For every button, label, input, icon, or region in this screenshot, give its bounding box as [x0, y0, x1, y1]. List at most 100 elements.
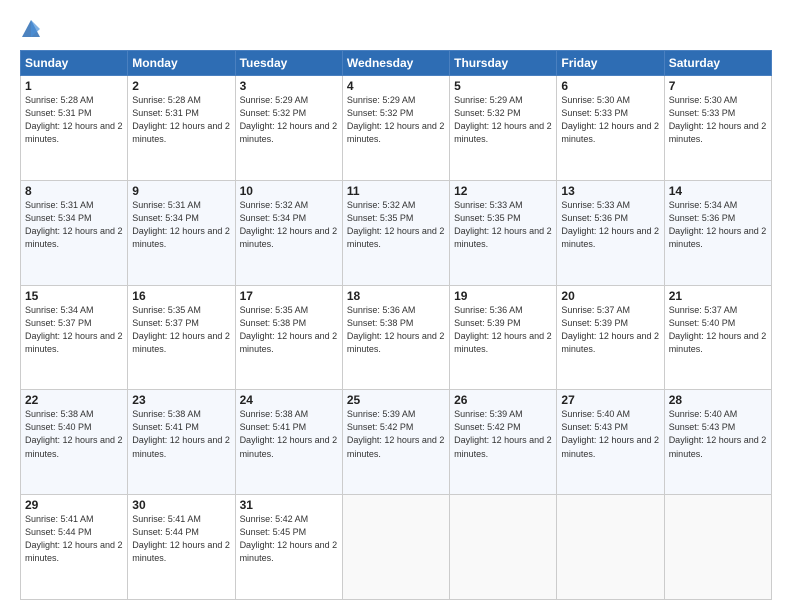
day-number: 29	[25, 498, 123, 512]
day-number: 18	[347, 289, 445, 303]
day-number: 31	[240, 498, 338, 512]
calendar-cell: 20 Sunrise: 5:37 AMSunset: 5:39 PMDaylig…	[557, 285, 664, 390]
calendar-week-2: 8 Sunrise: 5:31 AMSunset: 5:34 PMDayligh…	[21, 180, 772, 285]
day-number: 21	[669, 289, 767, 303]
header	[20, 18, 772, 40]
calendar-cell: 18 Sunrise: 5:36 AMSunset: 5:38 PMDaylig…	[342, 285, 449, 390]
day-number: 14	[669, 184, 767, 198]
logo-icon	[20, 18, 42, 40]
day-info: Sunrise: 5:32 AMSunset: 5:35 PMDaylight:…	[347, 200, 445, 249]
calendar-header-wednesday: Wednesday	[342, 51, 449, 76]
calendar-cell: 22 Sunrise: 5:38 AMSunset: 5:40 PMDaylig…	[21, 390, 128, 495]
day-number: 19	[454, 289, 552, 303]
calendar-cell: 21 Sunrise: 5:37 AMSunset: 5:40 PMDaylig…	[664, 285, 771, 390]
day-info: Sunrise: 5:38 AMSunset: 5:41 PMDaylight:…	[240, 409, 338, 458]
calendar-table: SundayMondayTuesdayWednesdayThursdayFrid…	[20, 50, 772, 600]
day-info: Sunrise: 5:33 AMSunset: 5:36 PMDaylight:…	[561, 200, 659, 249]
day-info: Sunrise: 5:34 AMSunset: 5:37 PMDaylight:…	[25, 305, 123, 354]
day-info: Sunrise: 5:38 AMSunset: 5:40 PMDaylight:…	[25, 409, 123, 458]
logo	[20, 18, 46, 40]
calendar-cell: 2 Sunrise: 5:28 AMSunset: 5:31 PMDayligh…	[128, 76, 235, 181]
calendar-cell: 13 Sunrise: 5:33 AMSunset: 5:36 PMDaylig…	[557, 180, 664, 285]
day-info: Sunrise: 5:32 AMSunset: 5:34 PMDaylight:…	[240, 200, 338, 249]
day-info: Sunrise: 5:41 AMSunset: 5:44 PMDaylight:…	[25, 514, 123, 563]
calendar-cell: 19 Sunrise: 5:36 AMSunset: 5:39 PMDaylig…	[450, 285, 557, 390]
day-info: Sunrise: 5:30 AMSunset: 5:33 PMDaylight:…	[669, 95, 767, 144]
calendar-cell	[450, 495, 557, 600]
calendar-header-sunday: Sunday	[21, 51, 128, 76]
day-number: 12	[454, 184, 552, 198]
day-number: 16	[132, 289, 230, 303]
day-number: 3	[240, 79, 338, 93]
calendar-cell: 31 Sunrise: 5:42 AMSunset: 5:45 PMDaylig…	[235, 495, 342, 600]
day-info: Sunrise: 5:29 AMSunset: 5:32 PMDaylight:…	[454, 95, 552, 144]
calendar-cell: 10 Sunrise: 5:32 AMSunset: 5:34 PMDaylig…	[235, 180, 342, 285]
day-number: 17	[240, 289, 338, 303]
day-info: Sunrise: 5:31 AMSunset: 5:34 PMDaylight:…	[25, 200, 123, 249]
day-info: Sunrise: 5:28 AMSunset: 5:31 PMDaylight:…	[25, 95, 123, 144]
day-info: Sunrise: 5:40 AMSunset: 5:43 PMDaylight:…	[561, 409, 659, 458]
calendar-cell: 4 Sunrise: 5:29 AMSunset: 5:32 PMDayligh…	[342, 76, 449, 181]
calendar-header-tuesday: Tuesday	[235, 51, 342, 76]
calendar-cell: 3 Sunrise: 5:29 AMSunset: 5:32 PMDayligh…	[235, 76, 342, 181]
day-number: 28	[669, 393, 767, 407]
calendar-header-row: SundayMondayTuesdayWednesdayThursdayFrid…	[21, 51, 772, 76]
calendar-cell: 1 Sunrise: 5:28 AMSunset: 5:31 PMDayligh…	[21, 76, 128, 181]
day-info: Sunrise: 5:37 AMSunset: 5:40 PMDaylight:…	[669, 305, 767, 354]
day-number: 23	[132, 393, 230, 407]
calendar-cell: 28 Sunrise: 5:40 AMSunset: 5:43 PMDaylig…	[664, 390, 771, 495]
day-info: Sunrise: 5:33 AMSunset: 5:35 PMDaylight:…	[454, 200, 552, 249]
calendar-header-saturday: Saturday	[664, 51, 771, 76]
day-info: Sunrise: 5:34 AMSunset: 5:36 PMDaylight:…	[669, 200, 767, 249]
day-info: Sunrise: 5:42 AMSunset: 5:45 PMDaylight:…	[240, 514, 338, 563]
calendar-cell: 24 Sunrise: 5:38 AMSunset: 5:41 PMDaylig…	[235, 390, 342, 495]
day-info: Sunrise: 5:41 AMSunset: 5:44 PMDaylight:…	[132, 514, 230, 563]
calendar-cell: 9 Sunrise: 5:31 AMSunset: 5:34 PMDayligh…	[128, 180, 235, 285]
calendar-cell: 15 Sunrise: 5:34 AMSunset: 5:37 PMDaylig…	[21, 285, 128, 390]
day-number: 10	[240, 184, 338, 198]
calendar-header-monday: Monday	[128, 51, 235, 76]
day-number: 8	[25, 184, 123, 198]
day-info: Sunrise: 5:35 AMSunset: 5:38 PMDaylight:…	[240, 305, 338, 354]
day-info: Sunrise: 5:30 AMSunset: 5:33 PMDaylight:…	[561, 95, 659, 144]
calendar-week-1: 1 Sunrise: 5:28 AMSunset: 5:31 PMDayligh…	[21, 76, 772, 181]
day-info: Sunrise: 5:40 AMSunset: 5:43 PMDaylight:…	[669, 409, 767, 458]
day-number: 26	[454, 393, 552, 407]
day-number: 30	[132, 498, 230, 512]
calendar-week-5: 29 Sunrise: 5:41 AMSunset: 5:44 PMDaylig…	[21, 495, 772, 600]
day-number: 24	[240, 393, 338, 407]
day-info: Sunrise: 5:37 AMSunset: 5:39 PMDaylight:…	[561, 305, 659, 354]
day-number: 13	[561, 184, 659, 198]
calendar-cell: 17 Sunrise: 5:35 AMSunset: 5:38 PMDaylig…	[235, 285, 342, 390]
day-number: 27	[561, 393, 659, 407]
day-number: 2	[132, 79, 230, 93]
day-number: 7	[669, 79, 767, 93]
day-number: 25	[347, 393, 445, 407]
calendar-cell: 30 Sunrise: 5:41 AMSunset: 5:44 PMDaylig…	[128, 495, 235, 600]
calendar-cell	[342, 495, 449, 600]
calendar-cell: 7 Sunrise: 5:30 AMSunset: 5:33 PMDayligh…	[664, 76, 771, 181]
day-info: Sunrise: 5:31 AMSunset: 5:34 PMDaylight:…	[132, 200, 230, 249]
day-number: 15	[25, 289, 123, 303]
day-number: 1	[25, 79, 123, 93]
page: SundayMondayTuesdayWednesdayThursdayFrid…	[0, 0, 792, 612]
day-number: 6	[561, 79, 659, 93]
calendar-header-friday: Friday	[557, 51, 664, 76]
calendar-cell: 29 Sunrise: 5:41 AMSunset: 5:44 PMDaylig…	[21, 495, 128, 600]
calendar-cell: 27 Sunrise: 5:40 AMSunset: 5:43 PMDaylig…	[557, 390, 664, 495]
day-number: 5	[454, 79, 552, 93]
calendar-week-3: 15 Sunrise: 5:34 AMSunset: 5:37 PMDaylig…	[21, 285, 772, 390]
day-number: 4	[347, 79, 445, 93]
calendar-cell	[664, 495, 771, 600]
day-info: Sunrise: 5:28 AMSunset: 5:31 PMDaylight:…	[132, 95, 230, 144]
calendar-header-thursday: Thursday	[450, 51, 557, 76]
day-info: Sunrise: 5:36 AMSunset: 5:38 PMDaylight:…	[347, 305, 445, 354]
calendar-cell: 6 Sunrise: 5:30 AMSunset: 5:33 PMDayligh…	[557, 76, 664, 181]
calendar-cell: 12 Sunrise: 5:33 AMSunset: 5:35 PMDaylig…	[450, 180, 557, 285]
calendar-cell: 11 Sunrise: 5:32 AMSunset: 5:35 PMDaylig…	[342, 180, 449, 285]
day-number: 9	[132, 184, 230, 198]
calendar-cell	[557, 495, 664, 600]
day-info: Sunrise: 5:38 AMSunset: 5:41 PMDaylight:…	[132, 409, 230, 458]
day-number: 20	[561, 289, 659, 303]
day-info: Sunrise: 5:35 AMSunset: 5:37 PMDaylight:…	[132, 305, 230, 354]
